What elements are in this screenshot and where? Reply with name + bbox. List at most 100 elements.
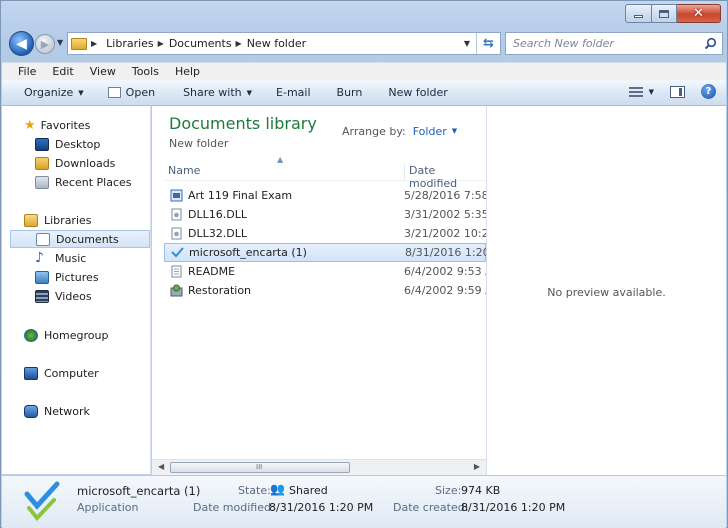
menu-edit[interactable]: Edit	[44, 65, 81, 78]
nav-downloads-label: Downloads	[55, 156, 116, 170]
column-header-date-modified[interactable]: Date modified	[404, 164, 486, 190]
menu-view[interactable]: View	[82, 65, 124, 78]
navigation-pane: ★ Favorites Desktop Downloads Recent Plac…	[2, 106, 151, 474]
maximize-button[interactable]	[652, 4, 677, 23]
nav-music-label: Music	[55, 251, 87, 265]
menu-file[interactable]: File	[2, 65, 44, 78]
arrange-by-dropdown[interactable]: Folder	[413, 125, 447, 138]
file-row-selected[interactable]: microsoft_encarta (1) 8/31/2016 1:20 P	[164, 243, 487, 262]
open-button[interactable]: Open	[94, 86, 165, 99]
maximize-icon	[659, 9, 669, 18]
address-history-dropdown[interactable]: ▼	[464, 39, 470, 48]
details-file-name: microsoft_encarta (1)	[77, 484, 201, 498]
file-date: 8/31/2016 1:20 P	[405, 246, 487, 259]
breadcrumb-chevron-icon[interactable]: ▶	[158, 39, 164, 48]
forward-button[interactable]: ▶	[35, 34, 55, 54]
details-file-type: Application	[77, 501, 139, 514]
breadcrumb-new-folder[interactable]: New folder	[247, 37, 306, 50]
refresh-button[interactable]: ⇆	[476, 33, 500, 54]
nav-videos[interactable]: Videos	[35, 287, 92, 305]
menu-tools[interactable]: Tools	[124, 65, 167, 78]
file-row[interactable]: Restoration 6/4/2002 9:59 AN	[164, 281, 486, 300]
sort-ascending-icon: ▲	[277, 155, 284, 164]
nav-libraries[interactable]: Libraries	[24, 211, 92, 229]
view-controls: ▼ ?	[613, 84, 716, 99]
library-subtitle: New folder	[169, 137, 229, 150]
menu-bar: File Edit View Tools Help	[2, 62, 726, 80]
homegroup-icon	[24, 328, 38, 342]
menu-help[interactable]: Help	[167, 65, 208, 78]
burn-label: Burn	[336, 86, 363, 99]
recent-pages-dropdown[interactable]: ▼	[57, 38, 63, 47]
minimize-icon	[634, 15, 643, 18]
nav-pictures-label: Pictures	[55, 270, 99, 284]
scroll-thumb[interactable]: III	[170, 462, 350, 473]
file-row[interactable]: DLL16.DLL 3/31/2002 5:35 A	[164, 205, 486, 224]
nav-desktop-label: Desktop	[55, 137, 101, 151]
arrange-by: Arrange by: Folder ▼	[342, 125, 457, 138]
nav-network[interactable]: Network	[24, 402, 90, 420]
file-row[interactable]: Art 119 Final Exam 5/28/2016 7:58 P	[164, 186, 486, 205]
burn-button[interactable]: Burn	[321, 86, 373, 99]
search-icon[interactable]	[704, 37, 717, 50]
details-size-value: 974 KB	[461, 484, 501, 497]
email-button[interactable]: E-mail	[262, 86, 321, 99]
search-input[interactable]: Search New folder	[505, 32, 723, 55]
help-icon: ?	[701, 84, 716, 99]
address-bar[interactable]: ▶ Libraries ▶ Documents ▶ New folder ▼ ⇆	[67, 32, 501, 55]
nav-desktop[interactable]: Desktop	[35, 135, 100, 153]
nav-recent-places[interactable]: Recent Places	[35, 173, 132, 191]
file-name: microsoft_encarta (1)	[189, 246, 307, 259]
caption-buttons: ✕	[625, 4, 721, 23]
pictures-icon	[35, 270, 49, 284]
text-file-icon	[171, 265, 182, 278]
nav-pictures[interactable]: Pictures	[35, 268, 99, 286]
nav-recent-places-label: Recent Places	[55, 175, 132, 189]
close-icon: ✕	[693, 6, 704, 21]
change-view-button[interactable]: ▼	[628, 86, 654, 97]
preview-pane-icon	[670, 85, 685, 98]
nav-favorites-label: Favorites	[40, 118, 91, 132]
nav-music[interactable]: ♪ Music	[35, 249, 86, 267]
nav-homegroup[interactable]: Homegroup	[24, 326, 108, 344]
details-pane: microsoft_encarta (1) Application State:…	[2, 475, 726, 528]
file-row[interactable]: DLL32.DLL 3/21/2002 10:20 ,	[164, 224, 486, 243]
breadcrumb-chevron-icon[interactable]: ▶	[236, 39, 242, 48]
details-size-label: Size:	[435, 484, 462, 497]
nav-downloads[interactable]: Downloads	[35, 154, 115, 172]
scroll-grip: III	[256, 463, 263, 471]
nav-homegroup-label: Homegroup	[44, 328, 109, 342]
nav-documents-label: Documents	[56, 232, 119, 246]
breadcrumb-documents[interactable]: Documents	[169, 37, 232, 50]
nav-computer[interactable]: Computer	[24, 364, 99, 382]
preview-pane: No preview available.	[486, 106, 726, 475]
preview-pane-button[interactable]	[670, 85, 685, 98]
nav-libraries-label: Libraries	[44, 213, 92, 227]
horizontal-scrollbar[interactable]: ◀ III ▶	[152, 459, 486, 475]
command-bar: Organize ▼ Open Share with ▼ E-mail Burn N…	[2, 80, 726, 106]
column-header-name[interactable]: Name	[168, 164, 200, 177]
share-with-button[interactable]: Share with ▼	[165, 86, 262, 99]
star-icon: ★	[24, 117, 36, 133]
new-folder-button[interactable]: New folder	[372, 86, 457, 99]
details-state-value: Shared	[289, 484, 328, 497]
computer-icon	[24, 366, 38, 380]
file-name: README	[188, 265, 236, 278]
breadcrumb-chevron-icon[interactable]: ▶	[91, 39, 97, 48]
file-row[interactable]: README 6/4/2002 9:53 AN	[164, 262, 486, 281]
file-date: 3/21/2002 10:20 ,	[404, 227, 486, 240]
nav-favorites[interactable]: ★ Favorites	[24, 116, 90, 134]
breadcrumb-libraries[interactable]: Libraries	[106, 37, 154, 50]
scroll-left-icon[interactable]: ◀	[158, 462, 164, 471]
help-button[interactable]: ?	[701, 84, 716, 99]
scroll-right-icon[interactable]: ▶	[474, 462, 480, 471]
organize-button[interactable]: Organize ▼	[2, 86, 94, 99]
close-button[interactable]: ✕	[677, 4, 721, 23]
minimize-button[interactable]	[625, 4, 652, 23]
chevron-down-icon[interactable]: ▼	[452, 127, 457, 138]
nav-network-label: Network	[44, 404, 90, 418]
nav-documents[interactable]: Documents	[10, 230, 150, 248]
back-button[interactable]: ◀	[9, 31, 34, 56]
file-name: Restoration	[188, 284, 252, 297]
dll-file-icon	[171, 227, 182, 240]
